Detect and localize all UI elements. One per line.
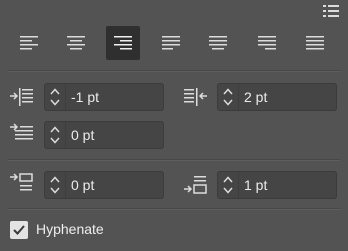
left-indent-stepper[interactable]	[45, 84, 66, 110]
chevron-down-icon[interactable]	[50, 99, 60, 106]
align-left-icon	[20, 36, 38, 50]
right-indent-field[interactable]: 2 pt	[217, 83, 337, 111]
space-before-field[interactable]: 0 pt	[44, 171, 164, 199]
space-after-stepper[interactable]	[218, 172, 239, 198]
right-indent-stepper[interactable]	[218, 84, 239, 110]
chevron-up-icon[interactable]	[223, 176, 233, 183]
first-line-indent-icon	[9, 123, 35, 145]
justify-last-center-button[interactable]	[201, 26, 235, 60]
left-indent-value[interactable]: -1 pt	[71, 89, 99, 105]
first-line-indent-value[interactable]: 0 pt	[71, 127, 94, 143]
justify-all-button[interactable]	[298, 26, 332, 60]
space-before-stepper[interactable]	[45, 172, 66, 198]
justify-last-right-icon	[258, 36, 276, 50]
separator	[8, 70, 340, 72]
chevron-up-icon[interactable]	[50, 88, 60, 95]
paragraph-panel: -1 pt 2 pt 0 pt 0 pt 1 pt Hyphenate	[0, 0, 348, 251]
chevron-down-icon[interactable]	[50, 187, 60, 194]
separator	[8, 208, 340, 210]
hyphenate-checkbox[interactable]	[10, 221, 28, 239]
checkmark-icon	[13, 225, 25, 235]
separator	[8, 159, 340, 161]
chevron-up-icon[interactable]	[50, 176, 60, 183]
justify-last-left-button[interactable]	[154, 26, 188, 60]
panel-menu-icon[interactable]	[320, 3, 342, 19]
left-indent-field[interactable]: -1 pt	[44, 83, 164, 111]
justify-last-center-icon	[209, 36, 227, 50]
justify-last-left-icon	[162, 36, 180, 50]
space-before-value[interactable]: 0 pt	[71, 177, 94, 193]
right-indent-value[interactable]: 2 pt	[244, 89, 267, 105]
space-after-field[interactable]: 1 pt	[217, 171, 337, 199]
chevron-down-icon[interactable]	[223, 187, 233, 194]
align-center-icon	[67, 36, 85, 50]
chevron-up-icon[interactable]	[223, 88, 233, 95]
chevron-down-icon[interactable]	[223, 99, 233, 106]
align-right-icon	[114, 36, 132, 50]
space-after-value[interactable]: 1 pt	[244, 177, 267, 193]
justify-all-icon	[306, 36, 324, 50]
justify-last-right-button[interactable]	[250, 26, 284, 60]
space-after-icon	[183, 174, 209, 196]
chevron-down-icon[interactable]	[50, 137, 60, 144]
first-line-indent-field[interactable]: 0 pt	[44, 121, 164, 149]
align-center-button[interactable]	[59, 26, 93, 60]
align-left-button[interactable]	[12, 26, 46, 60]
chevron-up-icon[interactable]	[50, 126, 60, 133]
hyphenate-label[interactable]: Hyphenate	[36, 221, 104, 237]
right-indent-icon	[183, 86, 209, 108]
first-line-indent-stepper[interactable]	[45, 122, 66, 148]
left-indent-icon	[9, 86, 35, 108]
space-before-icon	[9, 172, 35, 194]
align-right-button[interactable]	[106, 26, 140, 60]
